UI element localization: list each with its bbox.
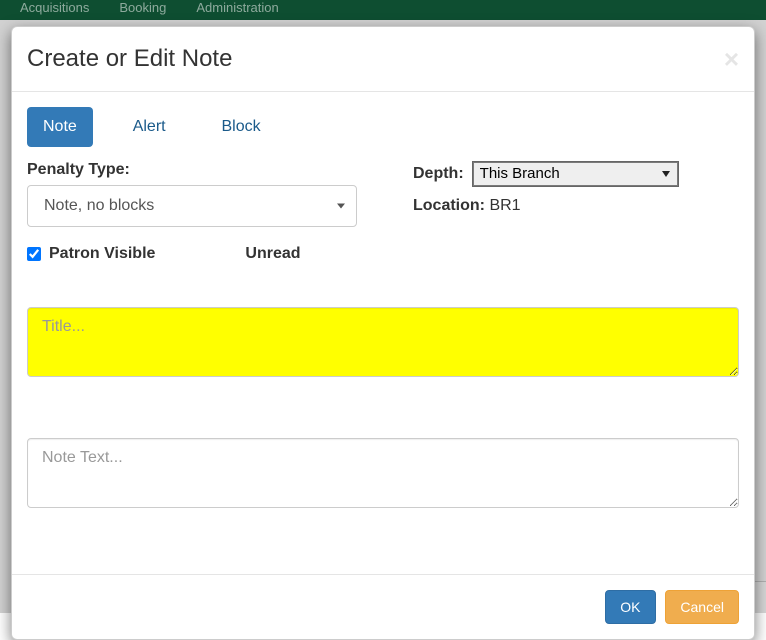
ok-button[interactable]: OK: [605, 590, 655, 624]
patron-visible-label[interactable]: Patron Visible: [27, 245, 155, 263]
tab-note[interactable]: Note: [27, 107, 93, 147]
note-type-tabs: Note Alert Block: [27, 107, 739, 147]
location-line: Location: BR1: [413, 197, 739, 215]
penalty-type-label: Penalty Type:: [27, 161, 130, 179]
modal-header: Create or Edit Note ×: [12, 27, 754, 92]
patron-visible-checkbox[interactable]: [27, 247, 41, 261]
tab-block[interactable]: Block: [205, 107, 276, 147]
note-text-input[interactable]: [27, 438, 739, 508]
title-input[interactable]: [27, 307, 739, 377]
note-modal: Create or Edit Note × Note Alert Block P…: [11, 26, 755, 640]
location-value: BR1: [489, 197, 520, 214]
location-label: Location:: [413, 197, 485, 214]
cancel-button[interactable]: Cancel: [665, 590, 739, 624]
modal-body: Note Alert Block Penalty Type: Note, no …: [12, 92, 754, 526]
depth-select[interactable]: This Branch: [473, 162, 678, 186]
close-icon[interactable]: ×: [724, 46, 739, 72]
tab-alert[interactable]: Alert: [117, 107, 182, 147]
unread-label: Unread: [245, 245, 300, 263]
depth-label: Depth:: [413, 165, 464, 183]
modal-title: Create or Edit Note: [27, 42, 232, 76]
modal-footer: OK Cancel: [12, 574, 754, 639]
penalty-type-select[interactable]: Note, no blocks: [27, 185, 357, 227]
